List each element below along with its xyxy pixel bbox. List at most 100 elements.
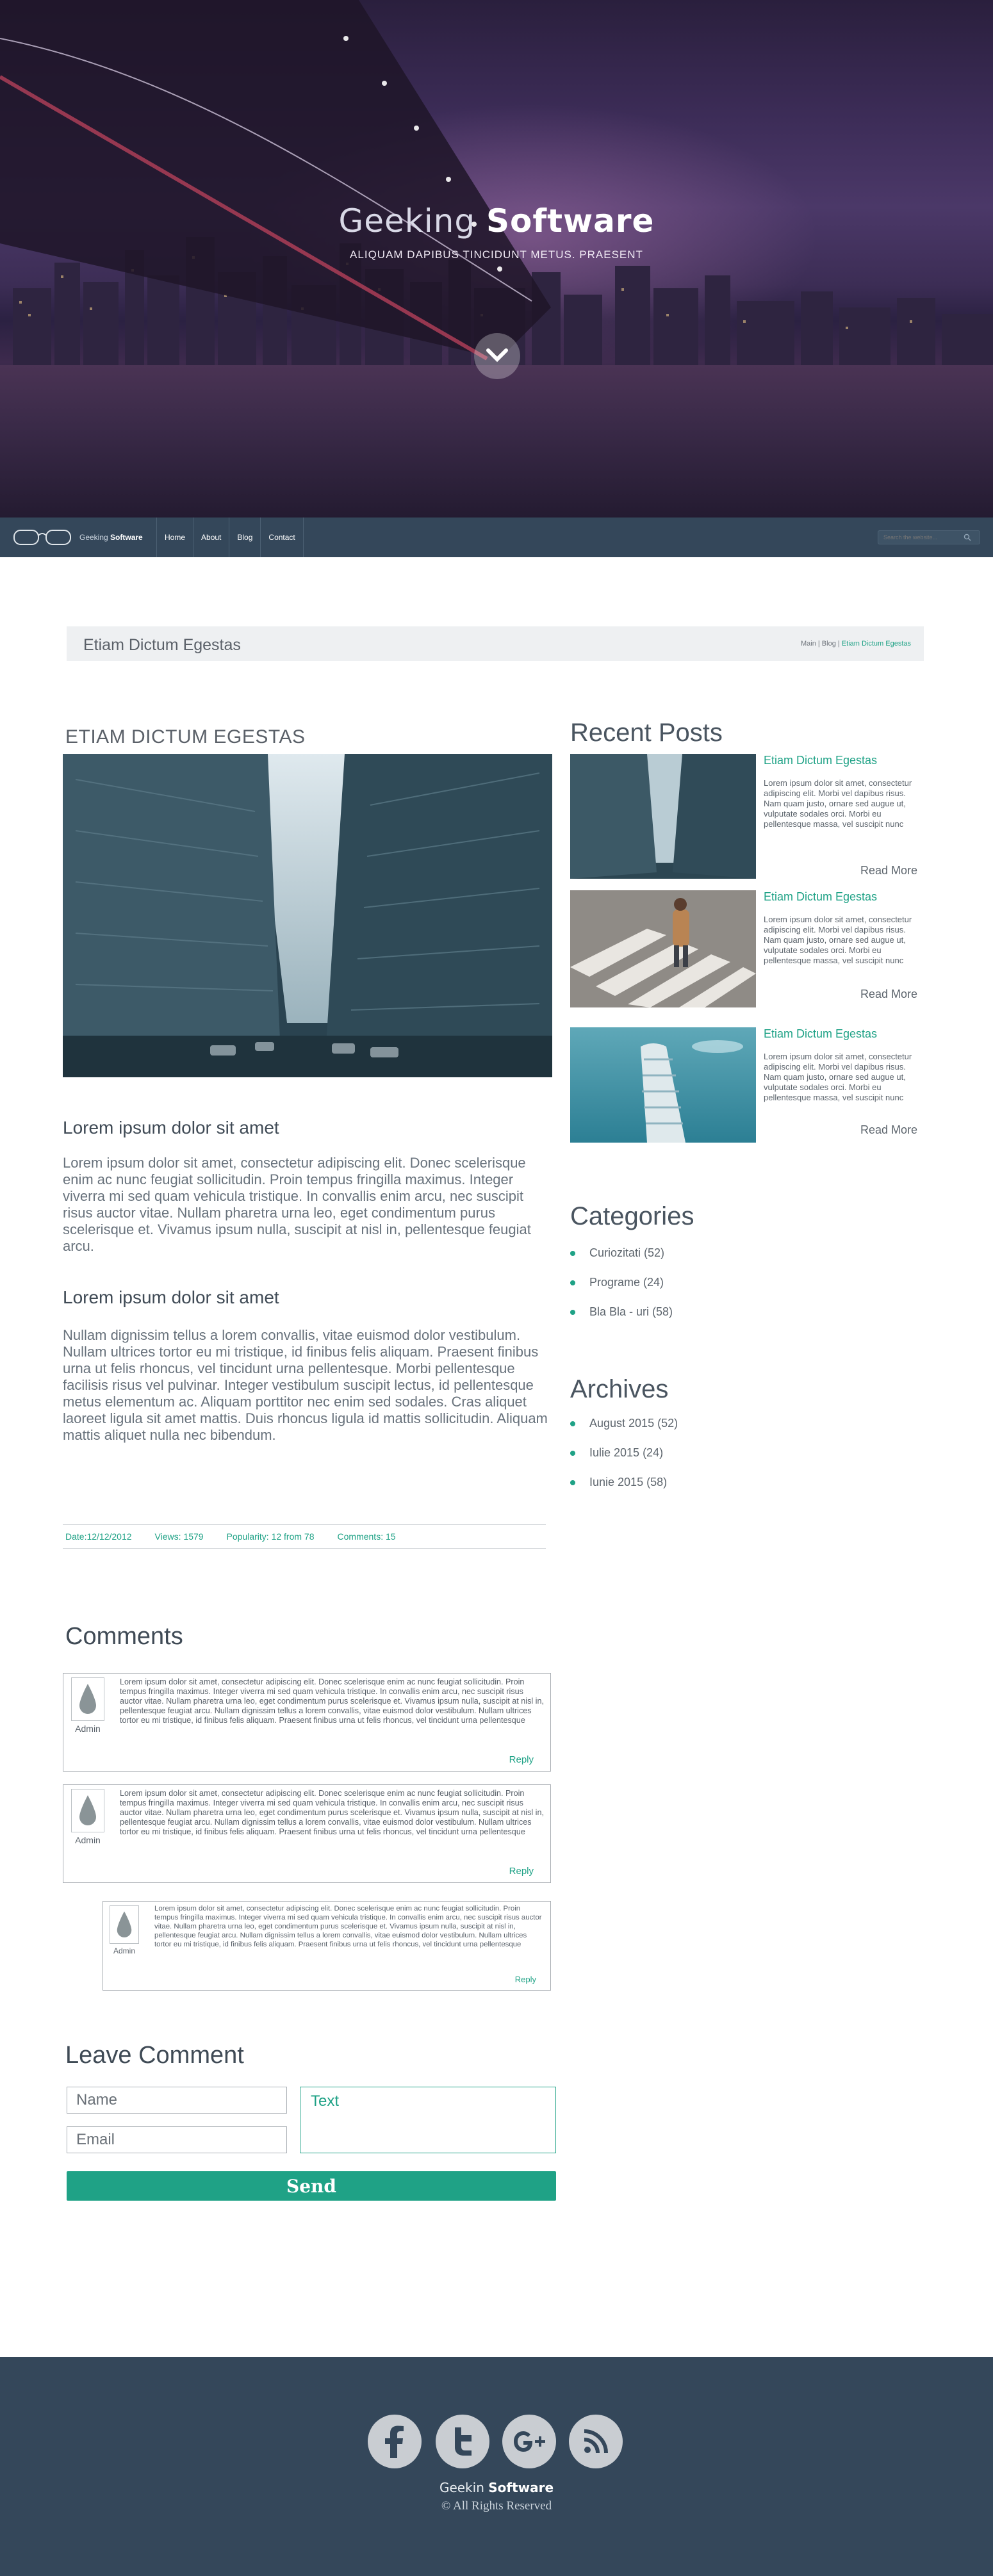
email-field: [67, 2126, 287, 2153]
logo-text: Geeking Software: [79, 533, 143, 542]
name-field: [67, 2087, 287, 2114]
post-title: ETIAM DICTUM EGESTAS: [65, 726, 306, 747]
post-comments-count[interactable]: Comments: 15: [338, 1531, 396, 1542]
avatar: [110, 1905, 139, 1944]
comment-textarea[interactable]: [300, 2087, 555, 2153]
main-navbar: Geeking Software Home About Blog Contact: [0, 518, 993, 557]
scroll-down-button[interactable]: [474, 333, 520, 379]
read-more-link[interactable]: Read More: [860, 988, 917, 1001]
site-logo[interactable]: Geeking Software: [12, 526, 143, 548]
avatar: [71, 1789, 104, 1832]
recent-post-excerpt: Lorem ipsum dolor sit amet, consectetur …: [764, 915, 912, 965]
read-more-link[interactable]: Read More: [860, 864, 917, 877]
archive-item[interactable]: Iulie 2015 (24): [570, 1446, 663, 1460]
recent-post-title[interactable]: Etiam Dictum Egestas: [764, 890, 877, 904]
recent-post-thumbnail-crosswalk[interactable]: [570, 890, 756, 1007]
footer-copyright: © All Rights Reserved: [441, 2499, 552, 2513]
google-plus-button[interactable]: [502, 2415, 556, 2468]
category-item[interactable]: Bla Bla - uri (58): [570, 1305, 673, 1319]
comment-text: Lorem ipsum dolor sit amet, consectetur …: [120, 1789, 544, 1836]
comments-heading: Comments: [65, 1623, 183, 1650]
recent-post-item: Etiam Dictum Egestas Lorem ipsum dolor s…: [570, 754, 926, 879]
article-paragraph-1: Lorem ipsum dolor sit amet, consectetur …: [63, 1155, 531, 1254]
post-popularity: Popularity: 12 from 78: [226, 1531, 315, 1542]
comment-text: Lorem ipsum dolor sit amet, consectetur …: [120, 1677, 544, 1725]
leave-comment-heading: Leave Comment: [65, 2042, 244, 2069]
recent-post-excerpt: Lorem ipsum dolor sit amet, consectetur …: [764, 1052, 912, 1102]
comment-author: Admin: [113, 1946, 135, 1955]
facebook-button[interactable]: [368, 2415, 422, 2468]
recent-post-title[interactable]: Etiam Dictum Egestas: [764, 754, 877, 767]
chevron-down-icon: [486, 348, 508, 363]
search-input[interactable]: [883, 534, 964, 541]
category-item[interactable]: Curiozitati (52): [570, 1246, 664, 1260]
categories-heading: Categories: [570, 1202, 694, 1230]
rss-icon: [584, 2429, 608, 2454]
breadcrumb-path[interactable]: Main | Blog |: [801, 640, 842, 648]
recent-post-item: Etiam Dictum Egestas Lorem ipsum dolor s…: [570, 890, 926, 1007]
recent-post-thumbnail-tower[interactable]: [570, 1027, 756, 1143]
nav-item-home[interactable]: Home: [156, 518, 193, 557]
bridge-image: [0, 0, 551, 361]
recent-post-item: Etiam Dictum Egestas Lorem ipsum dolor s…: [570, 1027, 926, 1143]
category-item[interactable]: Programe (24): [570, 1276, 664, 1289]
nav-item-blog[interactable]: Blog: [229, 518, 260, 557]
reply-link[interactable]: Reply: [509, 1754, 534, 1765]
text-field: [300, 2087, 556, 2153]
send-button[interactable]: Send: [67, 2171, 556, 2201]
river-reflection: [0, 365, 993, 518]
hero-banner: Geeking Software ALIQUAM DAPIBUS TINCIDU…: [0, 0, 993, 518]
hero-title: Geeking Software: [338, 202, 655, 240]
comment-reply-item: Admin Lorem ipsum dolor sit amet, consec…: [103, 1901, 551, 1991]
facebook-icon: [385, 2425, 404, 2458]
post-image-city-street: [63, 754, 552, 1077]
bullet-icon: [570, 1450, 575, 1456]
reply-link[interactable]: Reply: [509, 1866, 534, 1877]
bullet-icon: [570, 1280, 575, 1285]
twitter-button[interactable]: [436, 2415, 489, 2468]
post-views: Views: 1579: [154, 1531, 204, 1542]
bullet-icon: [570, 1480, 575, 1485]
search-icon[interactable]: [964, 534, 971, 541]
name-input[interactable]: [76, 2091, 277, 2109]
comment-item: Admin Lorem ipsum dolor sit amet, consec…: [63, 1784, 551, 1883]
google-plus-icon: [514, 2431, 545, 2452]
footer-brand: Geekin Software: [439, 2480, 554, 2495]
search-box: [878, 530, 980, 544]
recent-post-excerpt: Lorem ipsum dolor sit amet, consectetur …: [764, 778, 912, 829]
comment-author: Admin: [75, 1724, 101, 1734]
user-drop-icon: [117, 1911, 132, 1937]
article-heading-2: Lorem ipsum dolor sit amet: [63, 1287, 279, 1307]
bullet-icon: [570, 1250, 575, 1256]
rss-button[interactable]: [569, 2415, 623, 2468]
nav-item-contact[interactable]: Contact: [260, 518, 304, 557]
nav-menu: Home About Blog Contact: [156, 518, 304, 557]
page-title: Etiam Dictum Egestas: [83, 636, 241, 654]
reply-link[interactable]: Reply: [515, 1975, 536, 1984]
avatar: [71, 1677, 104, 1721]
recent-post-title[interactable]: Etiam Dictum Egestas: [764, 1027, 877, 1041]
breadcrumb: Main | Blog | Etiam Dictum Egestas: [801, 640, 911, 648]
glasses-icon: [13, 530, 71, 545]
post-meta-bar: Date:12/12/2012 Views: 1579 Popularity: …: [63, 1524, 546, 1549]
hero-subtitle: ALIQUAM DAPIBUS TINCIDUNT METUS. PRAESEN…: [350, 249, 643, 261]
article-paragraph-2: Nullam dignissim tellus a lorem convalli…: [63, 1327, 548, 1443]
twitter-icon: [455, 2427, 472, 2456]
user-drop-icon: [79, 1795, 96, 1825]
email-input[interactable]: [76, 2131, 277, 2149]
comment-text: Lorem ipsum dolor sit amet, consectetur …: [154, 1905, 542, 1948]
archives-heading: Archives: [570, 1375, 669, 1403]
recent-posts-heading: Recent Posts: [570, 719, 723, 747]
recent-post-thumbnail-city[interactable]: [570, 754, 756, 879]
read-more-link[interactable]: Read More: [860, 1123, 917, 1137]
comment-author: Admin: [75, 1835, 101, 1845]
user-drop-icon: [79, 1684, 96, 1714]
archive-item[interactable]: August 2015 (52): [570, 1417, 678, 1430]
post-date: Date:12/12/2012: [65, 1531, 132, 1542]
page-header-bar: Etiam Dictum Egestas Main | Blog | Etiam…: [67, 626, 924, 661]
comment-item: Admin Lorem ipsum dolor sit amet, consec…: [63, 1673, 551, 1772]
bullet-icon: [570, 1309, 575, 1315]
bullet-icon: [570, 1421, 575, 1426]
archive-item[interactable]: Iunie 2015 (58): [570, 1476, 667, 1489]
nav-item-about[interactable]: About: [193, 518, 229, 557]
